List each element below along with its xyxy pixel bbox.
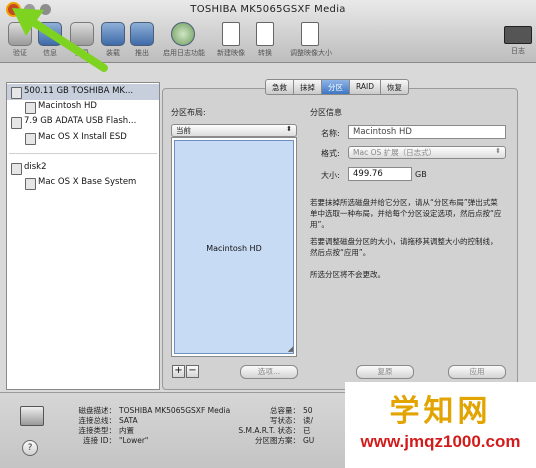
sidebar-item-label: Macintosh HD: [38, 101, 97, 111]
toolbar-eject-button[interactable]: 推出: [122, 22, 162, 58]
disk-utility-window: TOSHIBA MK5065GSXF Media 验证 信息 刻录 装载 推出 …: [0, 0, 536, 468]
footer-label: 连接总线：: [78, 416, 117, 425]
footer-value: 已: [303, 426, 311, 435]
volume-icon: [25, 178, 36, 190]
partition-layout-map[interactable]: Macintosh HD ◢: [171, 137, 297, 357]
journaling-icon: [171, 22, 195, 46]
tab-first-aid[interactable]: 急救: [266, 80, 294, 94]
format-select[interactable]: Mac OS 扩展（日志式） ⬍: [348, 146, 506, 159]
toolbar-journaling-button[interactable]: 启用日志功能: [163, 22, 205, 58]
apply-button[interactable]: 应用: [448, 365, 506, 379]
green-pointer-arrow: [12, 8, 108, 72]
footer-value: 50: [303, 406, 313, 415]
disk-image-icon: [11, 163, 22, 175]
layout-select[interactable]: 当前 ⬍: [171, 124, 297, 137]
tab-erase[interactable]: 抹掉: [294, 80, 322, 94]
footer-label: 连接 ID：: [83, 436, 116, 445]
sidebar-item-toshiba-disk[interactable]: 500.11 GB TOSHIBA MK...: [7, 84, 159, 100]
format-select-value: Mac OS 扩展（日志式）: [353, 148, 437, 157]
volume-icon: [25, 102, 36, 114]
tab-partition[interactable]: 分区: [322, 80, 350, 94]
revert-button[interactable]: 复原: [356, 365, 414, 379]
size-label: 大小:: [321, 171, 340, 180]
volume-icon: [25, 133, 36, 145]
partition-info-title: 分区信息: [310, 108, 342, 117]
partition-block[interactable]: Macintosh HD: [174, 140, 294, 354]
sidebar-item-base-system[interactable]: Mac OS X Base System: [7, 175, 159, 191]
layout-title: 分区布局:: [171, 108, 206, 117]
footer-value: SATA: [119, 416, 138, 425]
tab-restore[interactable]: 恢复: [381, 80, 408, 94]
add-partition-button[interactable]: +: [172, 365, 185, 378]
watermark-url: www.jmqz1000.com: [360, 432, 521, 451]
toolbar-label: 调整映像大小: [290, 49, 332, 57]
size-unit: GB: [415, 170, 427, 179]
toolbar-label: 日志: [511, 47, 525, 55]
hard-disk-icon: [11, 87, 22, 99]
toolbar-label: 转换: [258, 49, 272, 57]
help-button[interactable]: ?: [22, 440, 38, 456]
footer-label: 分区图方案：: [255, 436, 300, 445]
help-text-unchanged: 所选分区将不会更改。: [310, 270, 385, 279]
new-image-icon: [222, 22, 240, 46]
sidebar-divider: [9, 153, 157, 154]
footer-label: 写状态：: [270, 416, 300, 425]
footer-value: "Lower": [119, 436, 149, 445]
partition-block-label: Macintosh HD: [206, 244, 262, 253]
footer-label: 连接类型：: [78, 426, 117, 435]
sidebar-item-label: Mac OS X Base System: [38, 177, 137, 187]
footer-value: TOSHIBA MK5065GSXF Media: [119, 406, 231, 415]
log-icon: [504, 26, 532, 44]
resize-image-icon: [301, 22, 319, 46]
sidebar-item-adata-usb[interactable]: 7.9 GB ADATA USB Flash...: [7, 114, 159, 130]
toolbar-convert-button[interactable]: 转换: [245, 22, 285, 58]
footer-label: S.M.A.R.T. 状态：: [238, 426, 300, 435]
sidebar-item-label: Mac OS X Install ESD: [38, 132, 127, 142]
sidebar-item-install-esd[interactable]: Mac OS X Install ESD: [7, 130, 159, 146]
options-button[interactable]: 选项...: [240, 365, 298, 379]
sidebar-item-label: 7.9 GB ADATA USB Flash...: [24, 116, 137, 126]
layout-select-value: 当前: [176, 126, 191, 135]
size-field[interactable]: 499.76: [348, 167, 412, 181]
toolbar-label: 推出: [135, 49, 149, 57]
watermark: 学知网 www.jmqz1000.com: [345, 382, 536, 468]
usb-disk-icon: [11, 117, 22, 129]
footer-value: GU: [303, 436, 315, 445]
tab-bar: 急救 抹掉 分区 RAID 恢复: [265, 79, 410, 95]
toolbar-label: 启用日志功能: [163, 49, 205, 57]
sidebar-item-macintosh-hd[interactable]: Macintosh HD: [7, 99, 159, 115]
help-text-erase: 若要抹掉所选磁盘并给它分区，请从“分区布局”弹出式菜单中选取一种布局，并给每个分…: [310, 198, 502, 229]
sidebar-item-disk2[interactable]: disk2: [7, 160, 159, 176]
remove-partition-button[interactable]: −: [186, 365, 199, 378]
arrow-shaft: [26, 16, 108, 72]
sidebar-item-label: disk2: [24, 162, 47, 172]
sidebar-item-label: 500.11 GB TOSHIBA MK...: [24, 86, 134, 96]
name-label: 名称:: [321, 129, 340, 138]
footer-value: 内置: [119, 426, 134, 435]
convert-icon: [256, 22, 274, 46]
chevron-updown-icon: ⬍: [495, 147, 501, 155]
footer-label: 总容量：: [270, 406, 300, 415]
footer-value: 读/: [303, 416, 314, 425]
resize-grip-icon[interactable]: ◢: [288, 345, 293, 353]
footer-label: 磁盘描述：: [78, 406, 117, 415]
tab-raid[interactable]: RAID: [350, 80, 382, 94]
chevron-updown-icon: ⬍: [286, 125, 292, 133]
hard-disk-icon: [20, 406, 44, 426]
watermark-text: 学知网: [389, 394, 492, 429]
toolbar-log-button[interactable]: 日志: [498, 22, 536, 56]
help-text-resize: 若要调整磁盘分区的大小，请拖移其调整大小的控制线，然后点按“应用”。: [310, 237, 498, 257]
format-label: 格式:: [321, 149, 340, 158]
name-field[interactable]: Macintosh HD: [348, 125, 506, 139]
toolbar-resize-image-button[interactable]: 调整映像大小: [290, 22, 332, 58]
disk-list-sidebar[interactable]: 500.11 GB TOSHIBA MK... Macintosh HD 7.9…: [6, 82, 160, 390]
eject-icon: [130, 22, 154, 46]
